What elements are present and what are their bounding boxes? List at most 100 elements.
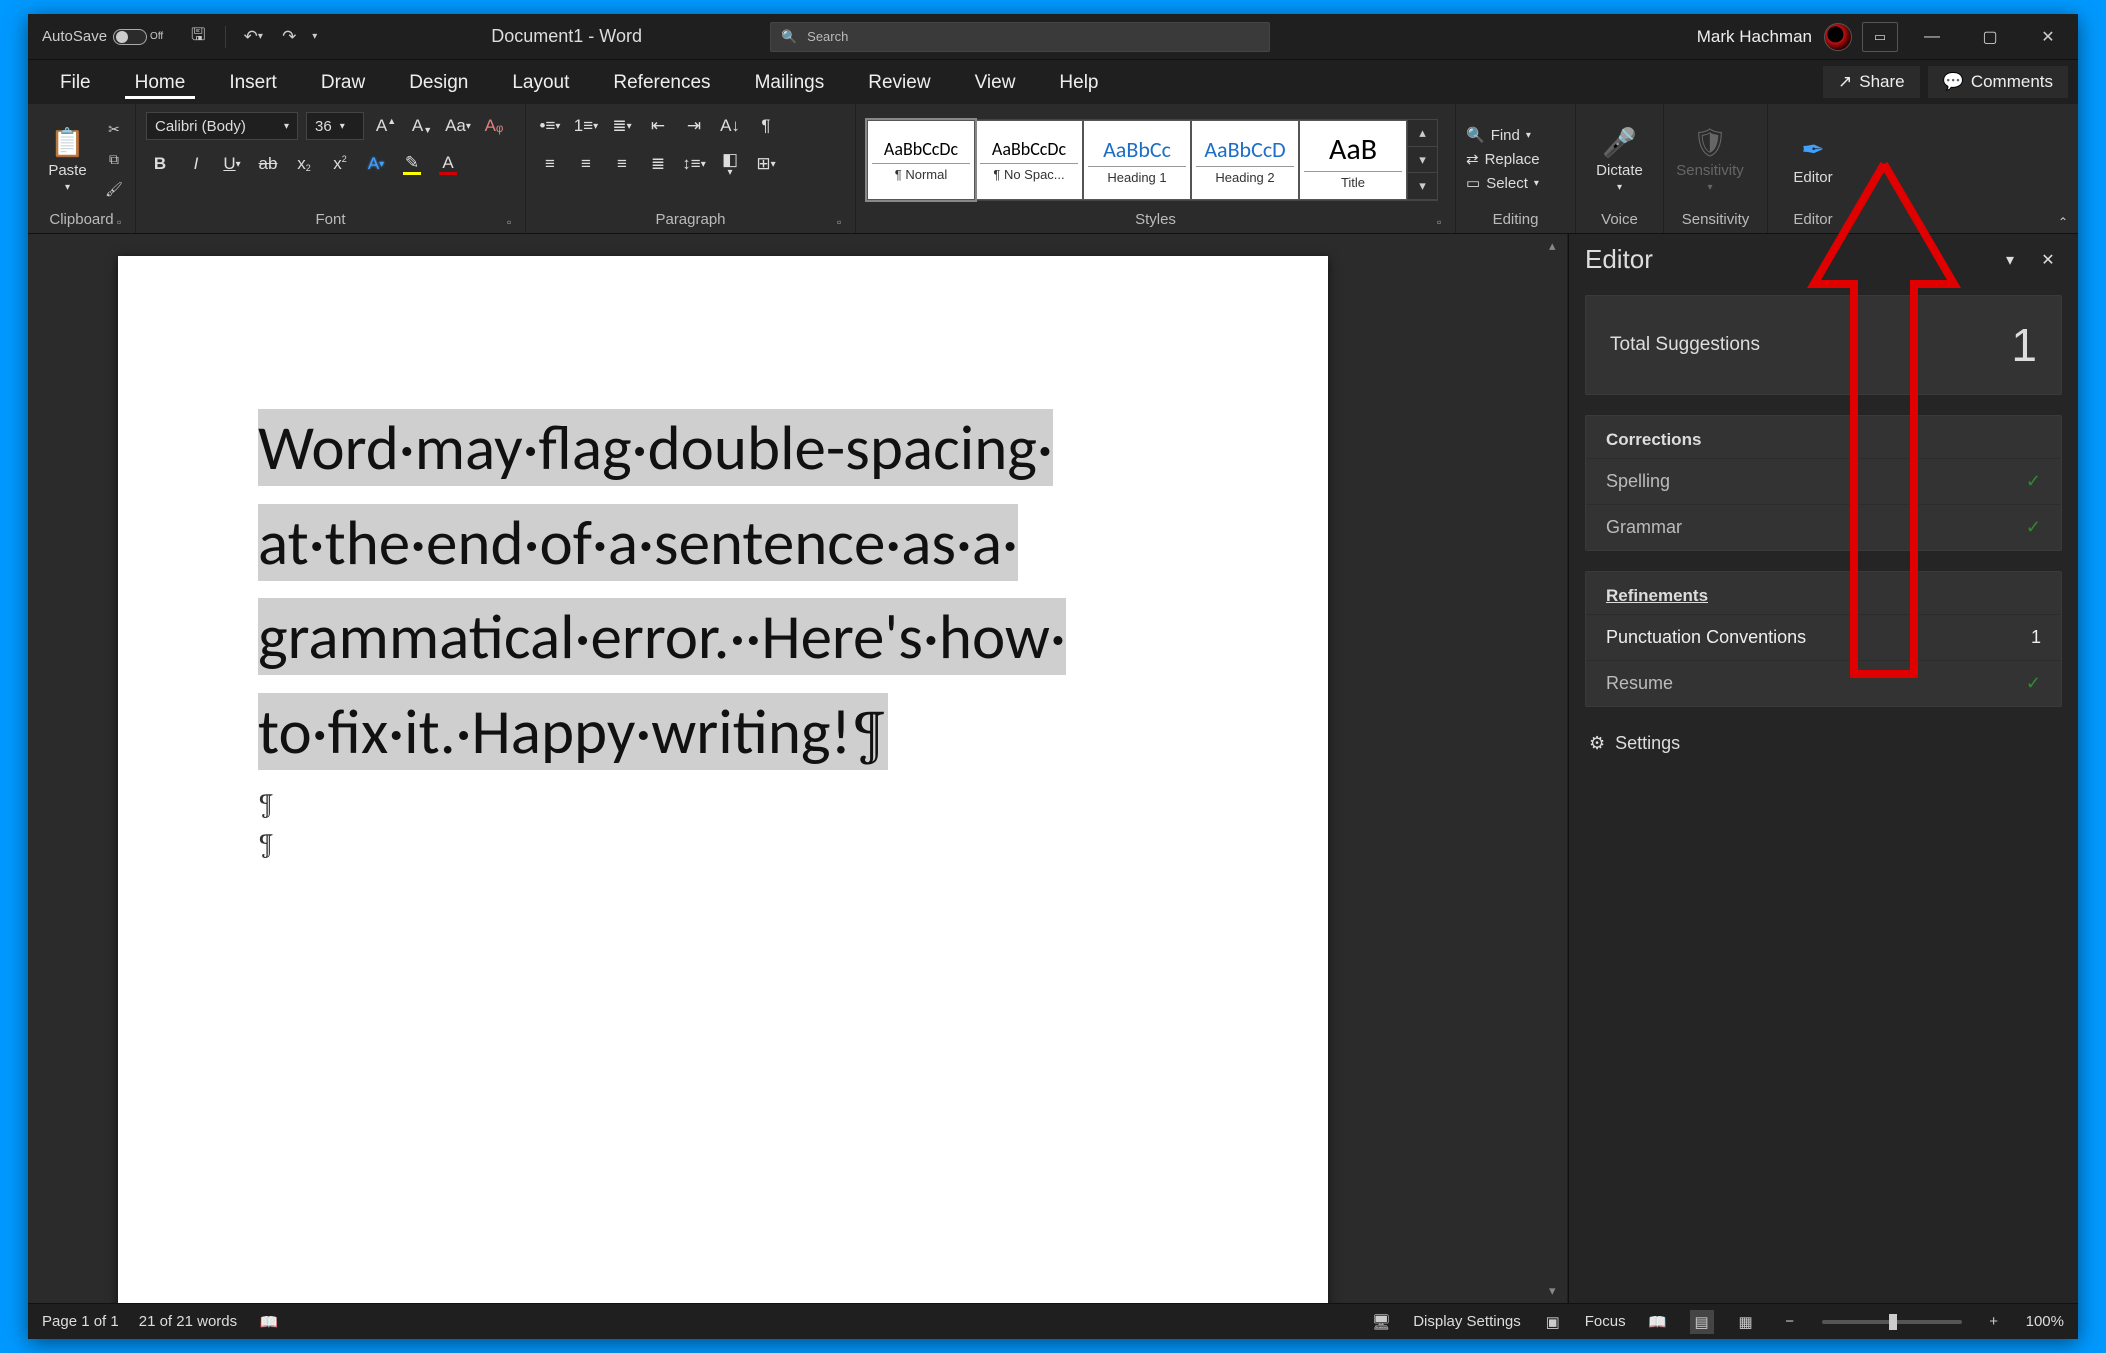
spellcheck-status-icon[interactable]: 📖 [257, 1310, 281, 1334]
font-size-combo[interactable]: 36▾ [306, 112, 364, 140]
resume-row[interactable]: Resume ✓ [1586, 660, 2061, 706]
line-spacing-button[interactable]: ↕≡▾ [680, 150, 708, 178]
tab-insert[interactable]: Insert [207, 62, 299, 103]
justify-button[interactable]: ≣ [644, 150, 672, 178]
zoom-percent[interactable]: 100% [2026, 1313, 2064, 1330]
align-right-button[interactable]: ≡ [608, 150, 636, 178]
highlight-color-button[interactable]: ✎ [398, 150, 426, 178]
editor-button[interactable]: ✒ Editor [1778, 115, 1848, 203]
style-no-spacing[interactable]: AaBbCcDc ¶ No Spac... [975, 120, 1083, 200]
show-marks-button[interactable]: ¶ [752, 112, 780, 140]
font-color-button[interactable]: A [434, 150, 462, 178]
tab-references[interactable]: References [591, 62, 732, 103]
refinements-header[interactable]: Refinements [1586, 572, 2061, 615]
document-canvas[interactable]: Word·may·flag·double-spacing· at·the·end… [28, 234, 1543, 1303]
shrink-font-icon[interactable]: A▼ [408, 112, 436, 140]
window-close-button[interactable]: ✕ [2024, 14, 2072, 60]
punctuation-row[interactable]: Punctuation Conventions 1 [1586, 615, 2061, 660]
bullets-button[interactable]: •≡▾ [536, 112, 564, 140]
styles-more-icon[interactable]: ▾ [1408, 173, 1437, 200]
style-title[interactable]: AaB Title [1299, 120, 1407, 200]
numbering-button[interactable]: 1≡▾ [572, 112, 600, 140]
tab-draw[interactable]: Draw [299, 62, 387, 103]
scroll-up-icon[interactable]: ▴ [1549, 238, 1556, 254]
sort-button[interactable]: A↓ [716, 112, 744, 140]
find-button[interactable]: 🔍Find ▾ [1466, 126, 1540, 144]
align-center-button[interactable]: ≡ [572, 150, 600, 178]
change-case-icon[interactable]: Aa▾ [444, 112, 472, 140]
tab-review[interactable]: Review [846, 62, 952, 103]
autosave-toggle[interactable] [113, 29, 147, 45]
cut-icon[interactable]: ✂ [103, 118, 125, 140]
font-name-combo[interactable]: Calibri (Body)▾ [146, 112, 298, 140]
format-painter-icon[interactable]: 🖌 [103, 178, 125, 200]
multilevel-list-button[interactable]: ≣▾ [608, 112, 636, 140]
vertical-scrollbar[interactable]: ▴ ▾ [1543, 234, 1568, 1303]
bold-button[interactable]: B [146, 150, 174, 178]
styles-gallery[interactable]: AaBbCcDc ¶ Normal AaBbCcDc ¶ No Spac... … [866, 119, 1438, 201]
styles-scroll-up-icon[interactable]: ▴ [1408, 120, 1437, 147]
tab-layout[interactable]: Layout [490, 62, 591, 103]
document-text[interactable]: Word·may·flag·double-spacing· at·the·end… [258, 401, 1188, 780]
select-button[interactable]: ▭Select ▾ [1466, 174, 1540, 192]
web-layout-icon[interactable]: ▦ [1734, 1310, 1758, 1334]
comments-button[interactable]: 💬 Comments [1928, 66, 2068, 98]
pane-close-icon[interactable]: ✕ [2034, 246, 2062, 274]
editor-settings-button[interactable]: ⚙ Settings [1569, 717, 2078, 770]
page-number[interactable]: Page 1 of 1 [42, 1313, 119, 1330]
decrease-indent-button[interactable]: ⇤ [644, 112, 672, 140]
read-mode-icon[interactable]: 📖 [1646, 1310, 1670, 1334]
ribbon-display-options-icon[interactable]: ▭ [1862, 22, 1898, 52]
tab-help[interactable]: Help [1037, 62, 1120, 103]
superscript-button[interactable]: x2 [326, 150, 354, 178]
search-box[interactable]: 🔍 Search [770, 22, 1270, 52]
style-heading2[interactable]: AaBbCcD Heading 2 [1191, 120, 1299, 200]
shading-button[interactable]: ◧▾ [716, 150, 744, 178]
scroll-down-icon[interactable]: ▾ [1549, 1283, 1556, 1299]
text-effects-icon[interactable]: A▾ [362, 150, 390, 178]
styles-dialog-launcher-icon[interactable]: ▫ [1437, 215, 1451, 229]
tab-mailings[interactable]: Mailings [733, 62, 847, 103]
total-suggestions-card[interactable]: Total Suggestions 1 [1585, 295, 2062, 395]
style-normal[interactable]: AaBbCcDc ¶ Normal [867, 120, 975, 200]
undo-icon[interactable]: ↶▾ [240, 24, 266, 50]
pane-options-icon[interactable]: ▾ [1996, 246, 2024, 274]
display-settings-button[interactable]: Display Settings [1413, 1313, 1521, 1330]
collapse-ribbon-icon[interactable]: ⌃ [2058, 215, 2068, 229]
word-count[interactable]: 21 of 21 words [139, 1313, 237, 1330]
styles-scroll-down-icon[interactable]: ▾ [1408, 147, 1437, 174]
zoom-out-icon[interactable]: − [1778, 1310, 1802, 1334]
style-heading1[interactable]: AaBbCc Heading 1 [1083, 120, 1191, 200]
paste-button[interactable]: 📋 Paste ▾ [38, 115, 97, 203]
paragraph-dialog-launcher-icon[interactable]: ▫ [837, 215, 851, 229]
align-left-button[interactable]: ≡ [536, 150, 564, 178]
account-avatar[interactable] [1824, 23, 1852, 51]
window-minimize-button[interactable]: — [1908, 14, 1956, 60]
qat-customize-icon[interactable]: ▾ [312, 31, 317, 42]
spelling-row[interactable]: Spelling ✓ [1586, 459, 2061, 504]
focus-button[interactable]: Focus [1585, 1313, 1626, 1330]
grow-font-icon[interactable]: A▲ [372, 112, 400, 140]
dictate-button[interactable]: 🎤 Dictate ▾ [1586, 115, 1653, 203]
tab-home[interactable]: Home [113, 62, 208, 103]
increase-indent-button[interactable]: ⇥ [680, 112, 708, 140]
underline-button[interactable]: U▾ [218, 150, 246, 178]
borders-button[interactable]: ⊞▾ [752, 150, 780, 178]
redo-icon[interactable]: ↷ [276, 24, 302, 50]
font-dialog-launcher-icon[interactable]: ▫ [507, 215, 521, 229]
page[interactable]: Word·may·flag·double-spacing· at·the·end… [118, 256, 1328, 1303]
tab-design[interactable]: Design [387, 62, 490, 103]
clear-formatting-icon[interactable]: Aᵩ [480, 112, 508, 140]
grammar-row[interactable]: Grammar ✓ [1586, 504, 2061, 550]
tab-file[interactable]: File [38, 62, 113, 103]
zoom-in-icon[interactable]: + [1982, 1310, 2006, 1334]
strikethrough-button[interactable]: ab [254, 150, 282, 178]
save-icon[interactable]: 🖫 [185, 24, 211, 50]
italic-button[interactable]: I [182, 150, 210, 178]
subscript-button[interactable]: x2 [290, 150, 318, 178]
replace-button[interactable]: ⇄Replace [1466, 150, 1540, 168]
window-maximize-button[interactable]: ▢ [1966, 14, 2014, 60]
tab-view[interactable]: View [953, 62, 1038, 103]
print-layout-icon[interactable]: ▤ [1690, 1310, 1714, 1334]
clipboard-dialog-launcher-icon[interactable]: ▫ [117, 215, 131, 229]
